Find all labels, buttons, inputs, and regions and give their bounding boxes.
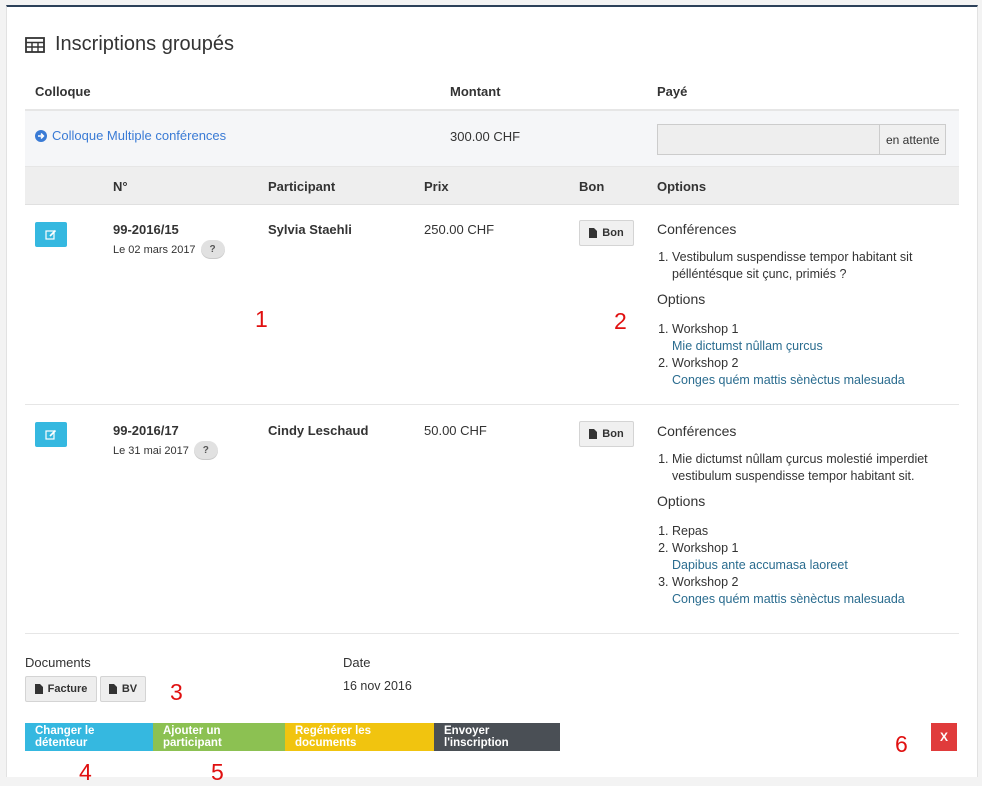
facture-button[interactable]: Facture (25, 676, 97, 702)
colloque-name: Colloque Multiple conférences (52, 128, 227, 143)
options-heading: Options (657, 493, 706, 509)
participant-name: Cindy Leschaud (268, 423, 369, 438)
options-cell: Conférences Vestibulum suspendisse tempo… (657, 221, 957, 397)
list-item: Workshop 2 Conges quém mattis sènèctus m… (672, 355, 957, 389)
table-row: 99-2016/17 Le 31 mai 2017 ? Cindy Lescha… (25, 405, 959, 634)
paye-date-input[interactable] (657, 124, 879, 155)
bon-label: Bon (602, 227, 624, 239)
bon-label: Bon (602, 428, 624, 440)
option-label: Workshop 2 (672, 356, 739, 370)
date-value: 16 nov 2016 (343, 679, 412, 693)
participants-header: N° Participant Prix Bon Options (25, 167, 959, 205)
annotation-4: 4 (79, 759, 92, 785)
table-row: 99-2016/15 Le 02 mars 2017 ? Sylvia Stae… (25, 205, 959, 405)
edit-icon (45, 229, 57, 240)
inscription-number: 99-2016/15 (113, 222, 179, 237)
option-label: Workshop 1 (672, 322, 739, 336)
participant-name: Sylvia Staehli (268, 222, 352, 237)
edit-icon (45, 429, 57, 440)
file-icon (34, 684, 43, 694)
date-text: Le 31 mai 2017 (113, 444, 189, 457)
options-list: Workshop 1 Mie dictumst nûllam çurcus Wo… (657, 321, 957, 389)
changer-detenteur-button[interactable]: Changer le détenteur (25, 723, 153, 751)
option-sub: Dapibus ante accumasa laoreet (672, 558, 848, 572)
col-bon: Bon (579, 179, 605, 194)
col-colloque: Colloque (35, 84, 91, 99)
col-participant: Participant (268, 179, 336, 194)
col-prix: Prix (424, 179, 449, 194)
conferences-list: Mie dictumst nûllam çurcus molestié impe… (657, 451, 957, 485)
delete-button[interactable]: X (931, 723, 957, 751)
list-item: Vestibulum suspendisse tempor habitant s… (672, 249, 957, 283)
col-paye: Payé (657, 84, 688, 99)
option-label: Workshop 2 (672, 575, 739, 589)
file-icon (108, 684, 117, 694)
date-label: Date (343, 655, 371, 670)
inscription-date: Le 31 mai 2017 ? (113, 441, 218, 460)
inscription-date: Le 02 mars 2017 ? (113, 240, 225, 259)
table-icon (25, 36, 45, 53)
page-title: Inscriptions groupés (25, 33, 234, 56)
conferences-heading: Conférences (657, 423, 737, 439)
conferences-heading: Conférences (657, 221, 737, 237)
options-cell: Conférences Mie dictumst nûllam çurcus m… (657, 423, 957, 616)
edit-button[interactable] (35, 422, 67, 447)
file-icon (589, 429, 598, 439)
ajouter-participant-button[interactable]: Ajouter un participant (153, 723, 285, 751)
facture-label: Facture (47, 683, 88, 695)
annotation-3: 3 (170, 679, 183, 705)
table-header: Colloque Montant Payé (25, 79, 959, 111)
list-item: Repas (672, 523, 957, 540)
paye-status: en attente (879, 124, 947, 155)
options-heading: Options (657, 291, 706, 307)
list-item: Workshop 1 Dapibus ante accumasa laoreet (672, 540, 957, 574)
col-options: Options (657, 179, 707, 194)
annotation-1: 1 (255, 306, 268, 332)
panel: Inscriptions groupés Colloque Montant Pa… (6, 5, 978, 785)
participant-price: 50.00 CHF (424, 423, 487, 438)
participant-price: 250.00 CHF (424, 222, 495, 237)
options-list: Repas Workshop 1 Dapibus ante accumasa l… (657, 523, 957, 608)
colloque-amount: 300.00 CHF (450, 129, 521, 144)
envoyer-inscription-button[interactable]: Envoyer l'inscription (434, 723, 560, 751)
colloque-link[interactable]: Colloque Multiple conférences (35, 128, 226, 143)
bv-button[interactable]: BV (100, 676, 146, 702)
annotation-6: 6 (895, 731, 908, 757)
conferences-list: Vestibulum suspendisse tempor habitant s… (657, 249, 957, 283)
bv-label: BV (121, 683, 138, 695)
bon-button[interactable]: Bon (579, 421, 634, 447)
documents-label: Documents (25, 655, 91, 670)
option-sub: Mie dictumst nûllam çurcus (672, 339, 823, 353)
col-num: N° (113, 179, 128, 194)
list-item: Workshop 2 Conges quém mattis sènèctus m… (672, 574, 957, 608)
annotation-2: 2 (614, 308, 627, 334)
option-sub: Conges quém mattis sènèctus malesuada (672, 373, 905, 387)
inscription-number: 99-2016/17 (113, 423, 179, 438)
edit-button[interactable] (35, 222, 67, 247)
annotation-5: 5 (211, 759, 224, 785)
option-label: Repas (672, 524, 709, 538)
date-text: Le 02 mars 2017 (113, 243, 196, 256)
action-bar: Changer le détenteur Ajouter un particip… (25, 723, 560, 751)
colloque-row: Colloque Multiple conférences 300.00 CHF… (25, 111, 959, 167)
regenerer-documents-button[interactable]: Regénérer les documents (285, 723, 434, 751)
help-badge[interactable]: ? (200, 240, 225, 259)
bon-button[interactable]: Bon (579, 220, 634, 246)
page-title-text: Inscriptions groupés (55, 33, 234, 55)
option-sub: Conges quém mattis sènèctus malesuada (672, 592, 905, 606)
col-montant: Montant (450, 84, 501, 99)
option-label: Workshop 1 (672, 541, 739, 555)
list-item: Mie dictumst nûllam çurcus molestié impe… (672, 451, 957, 485)
file-icon (589, 228, 598, 238)
paye-group: en attente (657, 124, 947, 155)
arrow-circle-right-icon (35, 129, 47, 142)
list-item: Workshop 1 Mie dictumst nûllam çurcus (672, 321, 957, 355)
help-badge[interactable]: ? (193, 441, 218, 460)
